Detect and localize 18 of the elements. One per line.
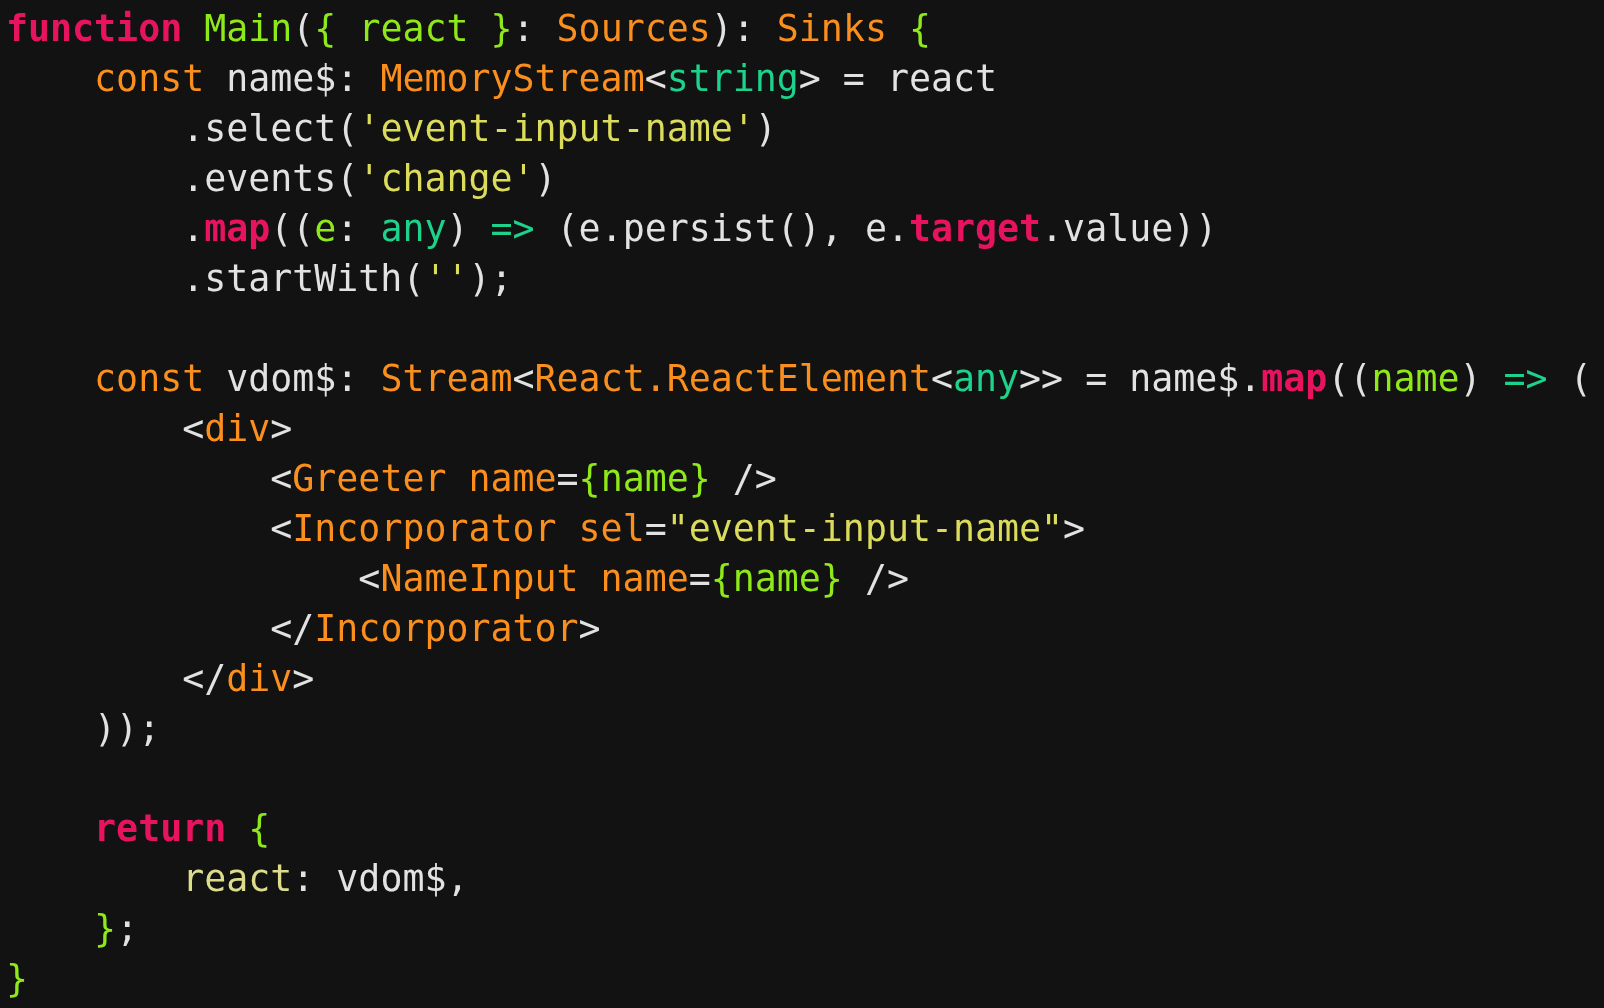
code-line: <div> <box>181 406 294 452</box>
code-line: .select('event-input-name') <box>181 106 778 152</box>
code-line: .map((e: any) => (e.persist(), e.target.value)) <box>181 206 1219 252</box>
code-line: .startWith(''); <box>181 256 514 302</box>
code-line: const name$: MemoryStream<string> = react <box>93 56 999 102</box>
code-line: } <box>6 956 30 1002</box>
code-line: }; <box>93 906 140 952</box>
code-line: <NameInput name={name} /> <box>357 556 910 602</box>
code-line: function Main({ react }: Sources): Sinks { <box>6 6 932 52</box>
code-line: <Greeter name={name} /> <box>269 456 778 502</box>
code-line: )); <box>93 706 162 752</box>
code-line: const vdom$: Stream<React.ReactElement<any>> = name$.map((name) => ( <box>93 356 1593 402</box>
code-line: return { <box>93 806 272 852</box>
code-line: .events('change') <box>181 156 558 202</box>
code-line: </div> <box>181 656 316 702</box>
code-line: react: vdom$, <box>181 856 470 902</box>
code-line: <Incorporator sel="event-input-name"> <box>269 506 1087 552</box>
code-line: </Incorporator> <box>269 606 602 652</box>
